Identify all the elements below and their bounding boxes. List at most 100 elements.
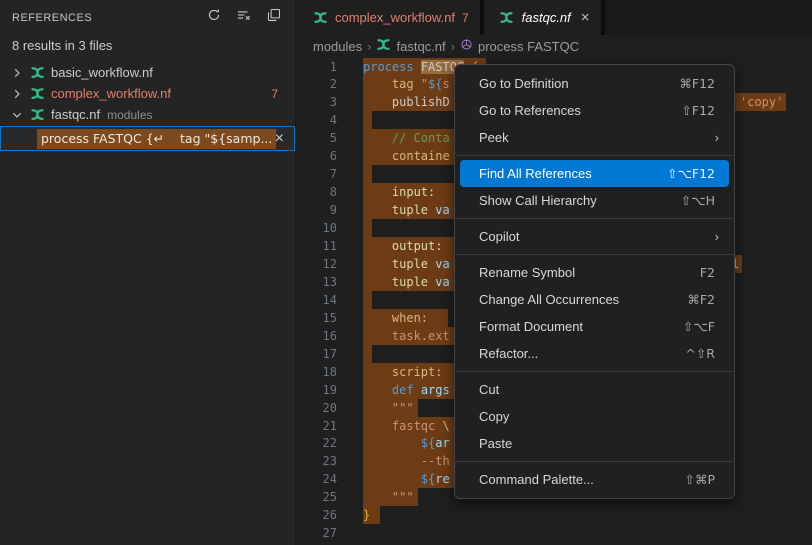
code-token: input:: [392, 185, 435, 199]
code-token: """: [392, 490, 414, 504]
menu-separator: [456, 461, 733, 462]
references-panel: REFERENCES 8 results in 3 files basic_wo…: [0, 0, 296, 545]
dismiss-reference-icon[interactable]: ×: [275, 131, 284, 147]
close-tab-icon[interactable]: ×: [581, 10, 590, 25]
code-token: [363, 149, 392, 163]
code-line[interactable]: containe: [363, 147, 450, 165]
chevron-down-icon[interactable]: [9, 107, 25, 123]
breadcrumb-item-fastqc-nf[interactable]: fastqc.nf: [376, 37, 445, 55]
code-token: [363, 419, 392, 433]
menu-item-find-all-references[interactable]: Find All References⇧⌥F12: [460, 160, 729, 187]
line-number: 4: [297, 111, 337, 129]
tab-fastqc-nf[interactable]: fastqc.nf×: [484, 0, 605, 35]
code-line[interactable]: """: [363, 399, 414, 417]
code-line[interactable]: output:: [363, 237, 442, 255]
menu-item-go-to-definition[interactable]: Go to Definition⌘F12: [460, 70, 729, 97]
menu-item-refactor-[interactable]: Refactor...^⇧R: [460, 340, 729, 367]
code-token: \: [442, 419, 449, 433]
nextflow-file-icon: [29, 86, 45, 102]
line-number: 23: [297, 452, 337, 470]
menu-item-copy[interactable]: Copy: [460, 403, 729, 430]
clear-results-button[interactable]: [233, 7, 255, 29]
menu-item-label: Copy: [479, 409, 715, 424]
menu-item-shortcut: ⇧⌘P: [684, 472, 715, 487]
code-token: tuple: [392, 257, 428, 271]
code-line[interactable]: // Conta: [363, 129, 450, 147]
menu-item-label: Go to Definition: [479, 76, 679, 91]
code-token: [414, 77, 421, 91]
breadcrumb-item-modules[interactable]: modules: [313, 39, 362, 54]
menu-item-change-all-occurrences[interactable]: Change All Occurrences⌘F2: [460, 286, 729, 313]
line-number: 15: [297, 309, 337, 327]
code-token: va: [428, 275, 450, 289]
refresh-button[interactable]: [203, 7, 225, 29]
menu-item-cut[interactable]: Cut: [460, 376, 729, 403]
chevron-right-icon[interactable]: [9, 86, 25, 102]
menu-item-label: Copilot: [479, 229, 715, 244]
line-number: 26: [297, 506, 337, 524]
code-line[interactable]: tag "${s: [363, 75, 450, 93]
code-line[interactable]: def args: [363, 381, 450, 399]
submenu-arrow-icon: ›: [715, 130, 719, 145]
menu-item-command-palette-[interactable]: Command Palette...⇧⌘P: [460, 466, 729, 493]
menu-item-label: Find All References: [479, 166, 667, 181]
code-token: [363, 275, 392, 289]
reference-highlight: [363, 219, 372, 237]
code-line[interactable]: input:: [363, 183, 435, 201]
collapse-all-button[interactable]: [263, 7, 285, 29]
code-line[interactable]: tuple va: [363, 273, 450, 291]
breadcrumb-label: modules: [313, 39, 362, 54]
code-line[interactable]: ${ar: [363, 434, 450, 452]
file-name: basic_workflow.nf: [51, 65, 153, 80]
code-token: re: [435, 472, 449, 486]
menu-item-copilot[interactable]: Copilot›: [460, 223, 729, 250]
menu-item-shortcut: ⇧⌥F12: [667, 166, 715, 181]
code-token: [363, 131, 392, 145]
code-line[interactable]: tuple va: [363, 255, 450, 273]
tab-problem-badge: 7: [462, 11, 469, 25]
code-line[interactable]: script:: [363, 363, 442, 381]
tree-item-complex_workflow-nf[interactable]: complex_workflow.nf7: [0, 83, 295, 104]
chevron-right-icon[interactable]: [9, 65, 25, 81]
tree-item-basic_workflow-nf[interactable]: basic_workflow.nf: [0, 62, 295, 83]
line-number: 18: [297, 363, 337, 381]
selected-reference-item[interactable]: process FASTQC {↵ tag "${samp...×: [0, 126, 295, 151]
vscode-window: { "colors": { "accent_blue": "#0078d4", …: [0, 0, 812, 545]
menu-item-show-call-hierarchy[interactable]: Show Call Hierarchy⇧⌥H: [460, 187, 729, 214]
menu-item-paste[interactable]: Paste: [460, 430, 729, 457]
code-line[interactable]: }: [363, 506, 370, 524]
code-line[interactable]: --th: [363, 452, 450, 470]
line-number: 17: [297, 345, 337, 363]
code-line[interactable]: publishD: [363, 93, 450, 111]
menu-item-shortcut: ^⇧R: [685, 346, 715, 361]
menu-item-peek[interactable]: Peek›: [460, 124, 729, 151]
code-token: --th: [421, 454, 450, 468]
tab-label: complex_workflow.nf: [335, 10, 455, 25]
references-tree: basic_workflow.nf complex_workflow.nf7fas…: [0, 62, 295, 151]
code-line[interactable]: """: [363, 488, 414, 506]
code-token: task.ext: [392, 329, 450, 343]
menu-item-label: Refactor...: [479, 346, 685, 361]
code-token: [363, 436, 421, 450]
tab-complex_workflow-nf[interactable]: complex_workflow.nf 7: [297, 0, 484, 35]
code-line[interactable]: when:: [363, 309, 428, 327]
menu-item-format-document[interactable]: Format Document⇧⌥F: [460, 313, 729, 340]
line-number: 11: [297, 237, 337, 255]
code-token: [363, 77, 392, 91]
collapse-all-icon: [267, 8, 281, 27]
code-token: process: [363, 60, 414, 74]
tree-item-fastqc-nf[interactable]: fastqc.nfmodules: [0, 104, 295, 125]
menu-item-go-to-references[interactable]: Go to References⇧F12: [460, 97, 729, 124]
menu-item-label: Go to References: [479, 103, 681, 118]
menu-item-rename-symbol[interactable]: Rename SymbolF2: [460, 259, 729, 286]
symbol-process-icon: [460, 38, 473, 54]
code-line[interactable]: tuple va: [363, 201, 450, 219]
breadcrumb-item-process-FASTQC[interactable]: process FASTQC: [460, 38, 579, 54]
code-line[interactable]: task.ext: [363, 327, 450, 345]
menu-separator: [456, 218, 733, 219]
code-line[interactable]: fastqc \: [363, 417, 450, 435]
code-line[interactable]: ${re: [363, 470, 450, 488]
breadcrumb-separator: ›: [451, 39, 455, 54]
code-token: [363, 95, 392, 109]
code-token: [363, 185, 392, 199]
